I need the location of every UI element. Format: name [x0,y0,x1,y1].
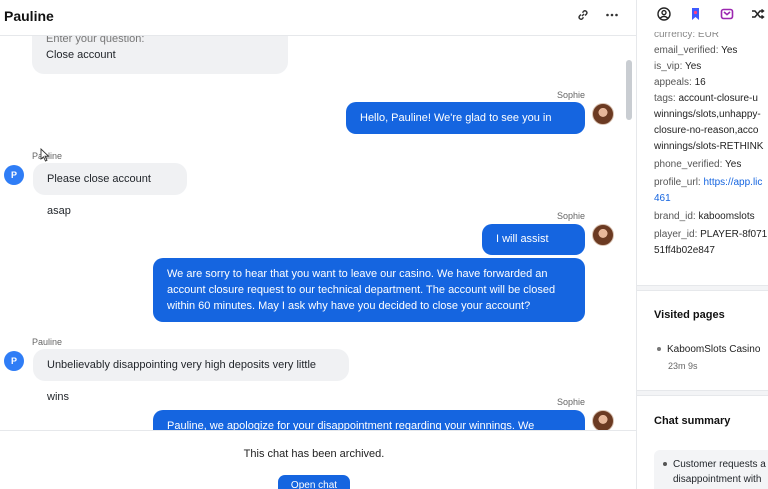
chat-pane: Pauline Enter your question: Close accou… [0,0,636,489]
details-panel: currency: EUR email_verified: Yes is_vip… [636,0,768,489]
link-icon[interactable] [575,8,591,24]
prop-key: profile_url: [654,177,701,188]
prop-value: Yes [725,159,742,170]
prop-value: kaboomslots [698,211,755,222]
sender-name: Sophie [557,211,586,221]
visited-page-item[interactable]: KaboomSlots Casino 23m 9s [657,342,760,374]
prop-value: 16 [694,77,706,88]
prop-key: is_vip: [654,61,683,72]
prop-profile-url: profile_url: https://app.lic [654,175,768,191]
scrollbar[interactable] [626,60,632,120]
prop-value: account-closure-u [678,93,758,104]
prop-key: appeals: [654,77,692,88]
sender-name: Sophie [557,90,586,100]
message-list[interactable]: Enter your question: Close account Sophi… [0,36,636,430]
prop-email-verified: email_verified: Yes [654,43,768,59]
prop-key: tags: [654,93,676,104]
more-options-icon[interactable] [604,8,620,24]
prop-appeals: appeals: 16 [654,75,768,91]
chat-footer: This chat has been archived. Open chat [0,430,636,489]
summary-text: disappointment with [673,474,762,485]
bullet-icon [657,347,661,352]
customer-avatar: P [4,351,24,371]
profile-link[interactable]: 461 [654,191,768,207]
prop-value: Yes [684,61,702,72]
visited-page-name: KaboomSlots Casino [667,344,761,355]
question-value: Close account [46,49,116,61]
question-form-bubble: Enter your question: Close account [32,36,288,74]
tab-integration-icon[interactable] [719,7,735,23]
agent-message-line: account closure request to our technical… [167,284,556,296]
customer-message: Unbelievably disappointing very high dep… [33,349,349,403]
chat-summary-box: Customer requests a disappointment with [654,450,768,489]
prop-tags: tags: account-closure-u [654,91,768,107]
agent-avatar [592,103,614,125]
customer-message: Please close account asap [33,163,187,217]
customer-avatar: P [4,165,24,185]
prop-brand-id: brand_id: kaboomslots [654,209,768,225]
open-chat-button[interactable]: Open chat [278,475,350,489]
chat-title: Pauline [4,8,54,24]
profile-link[interactable]: https://app.lic [703,177,762,188]
visited-page-time: 23m 9s [668,361,698,371]
player-properties: currency: EUR email_verified: Yes is_vip… [654,27,768,259]
panel-tabs [637,0,768,32]
tab-bookmark-icon[interactable] [688,7,704,23]
chat-header: Pauline [0,0,636,36]
summary-text: Customer requests a [673,459,766,470]
prop-value: winnings/slots-RETHINK [654,141,764,152]
agent-message: We are sorry to hear that you want to le… [153,258,585,322]
prop-is-vip: is_vip: Yes [654,59,768,75]
agent-avatar [592,224,614,246]
visited-pages-title: Visited pages [654,309,725,321]
agent-message: Pauline, we apologize for your disappoin… [153,410,585,430]
agent-avatar [592,410,614,430]
prop-value: PLAYER-8f071 [700,229,768,240]
tab-shuffle-icon[interactable] [750,7,766,23]
agent-message: I will assist you! [482,224,585,276]
section-divider [637,390,768,396]
sender-name: Pauline [32,337,63,347]
prop-key: brand_id: [654,211,696,222]
prop-phone-verified: phone_verified: Yes [654,157,768,173]
archived-notice: This chat has been archived. [243,448,385,460]
question-label: Enter your question: [46,36,145,45]
prop-key: phone_verified: [654,159,723,170]
agent-message-line: within 60 minutes. May I ask why have yo… [167,300,531,312]
section-divider [637,285,768,291]
prop-player-id: player_id: PLAYER-8f071 [654,227,768,243]
bullet-icon [663,462,667,467]
agent-message: Hello, Pauline! We're glad to see you in… [346,102,585,156]
prop-key: email_verified: [654,45,719,56]
mouse-cursor-icon [40,148,50,162]
prop-value: Yes [721,45,738,56]
agent-message-line: We are sorry to hear that you want to le… [167,268,548,280]
prop-value: winnings/slots,unhappy- [654,109,761,120]
prop-value: closure-no-reason,acco [654,125,759,136]
prop-key: player_id: [654,229,698,240]
tab-profile-icon[interactable] [656,7,672,23]
chat-summary-title: Chat summary [654,415,731,427]
prop-value: 51ff4b02e847 [654,245,715,256]
sender-name: Sophie [557,397,586,407]
